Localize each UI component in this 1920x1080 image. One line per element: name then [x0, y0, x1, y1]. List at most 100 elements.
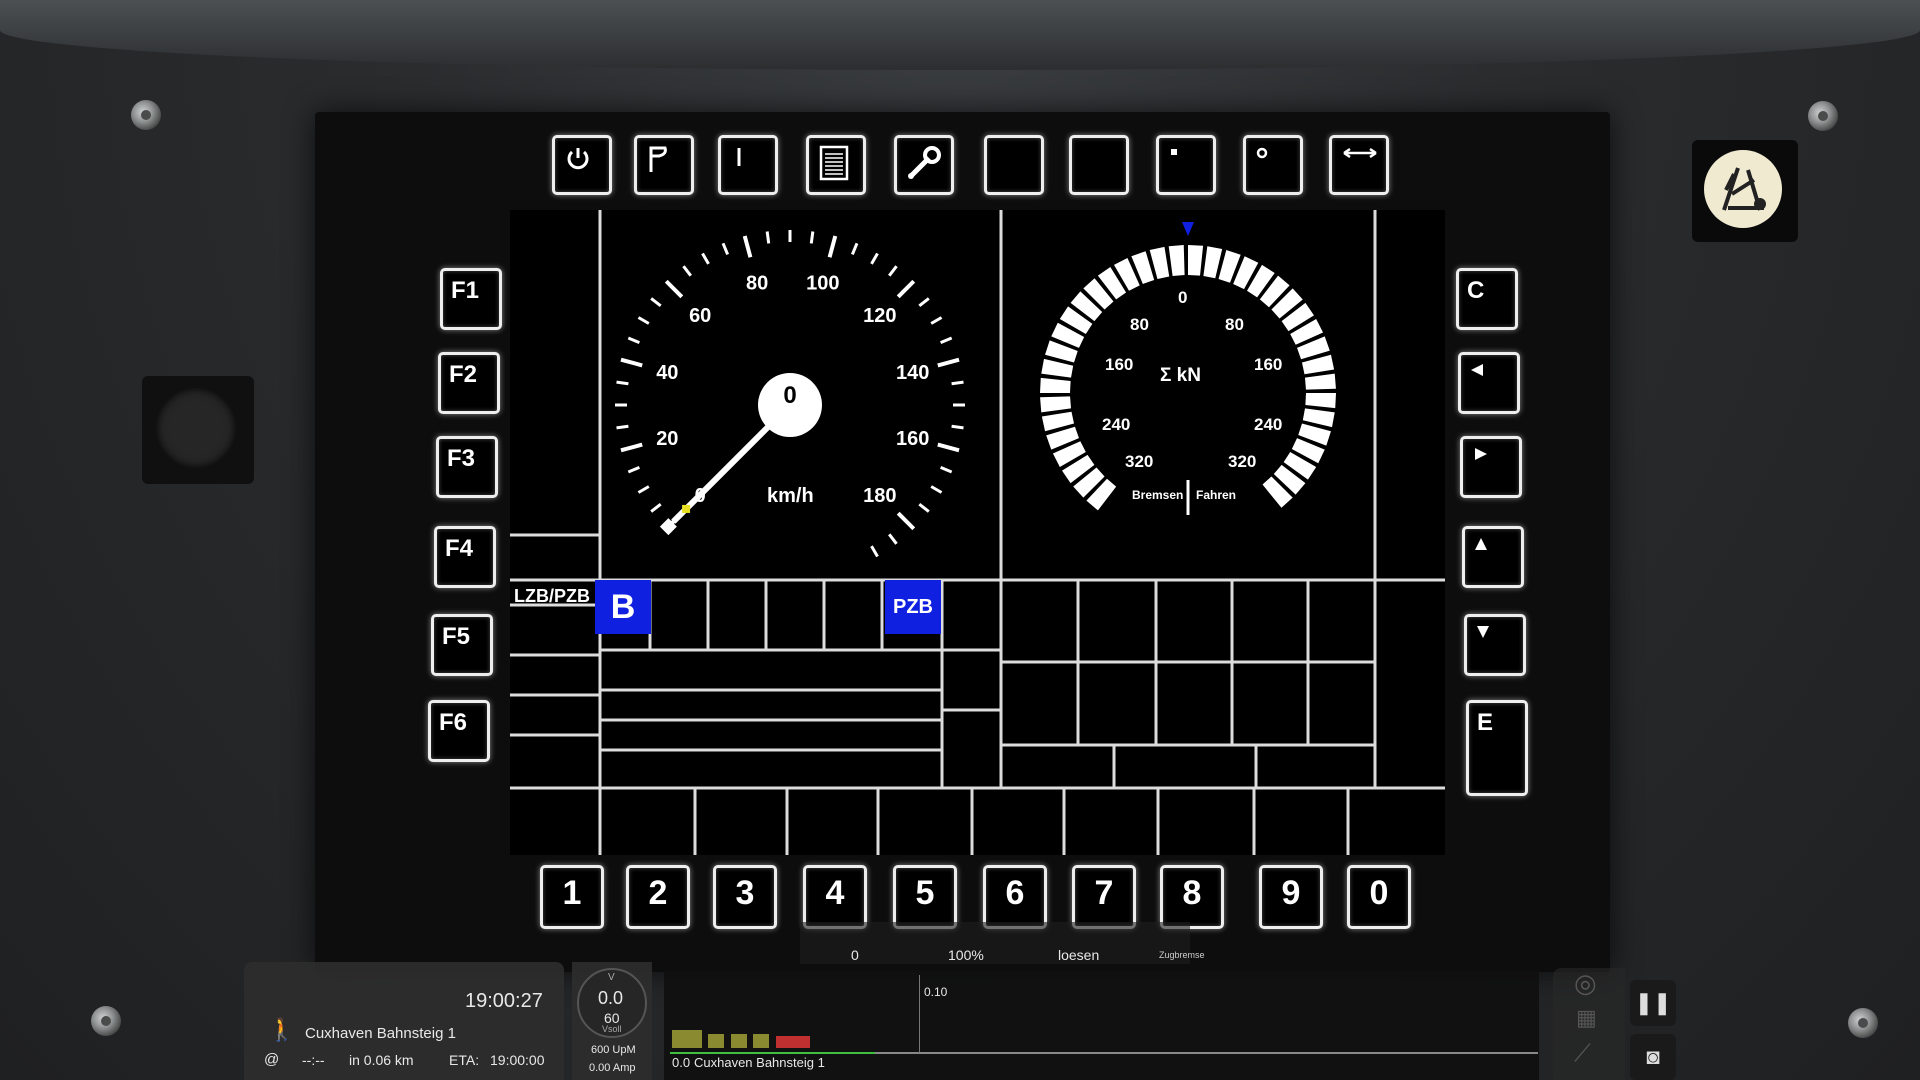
softkey-bar[interactable]: [718, 135, 778, 195]
softkey-dot-top-left[interactable]: [1156, 135, 1216, 195]
speed-tick: [809, 231, 815, 244]
gauge-segment: [1040, 396, 1072, 413]
numpad-label: 0: [1369, 874, 1389, 912]
b-badge: B: [595, 580, 651, 634]
speed-tick-label: 180: [863, 485, 896, 507]
numpad-key-6[interactable]: 6: [983, 865, 1047, 929]
fkey-f1[interactable]: F1: [440, 268, 502, 330]
brake-state[interactable]: loesen: [1058, 947, 1099, 963]
left-control-pad[interactable]: [142, 376, 254, 484]
speed-tick: [896, 279, 916, 299]
globe-icon[interactable]: ◎: [1574, 968, 1597, 999]
softkey-wrench[interactable]: [894, 135, 954, 195]
numpad-key-1[interactable]: 1: [540, 865, 604, 929]
hud-destination: Cuxhaven Bahnsteig 1: [305, 1025, 456, 1042]
fkey-f6[interactable]: F6: [428, 700, 490, 762]
dot-top-left-icon: [1167, 144, 1187, 172]
hud-eta-label: ETA:: [449, 1052, 480, 1068]
gauge-segment: [1305, 393, 1336, 409]
arrow-down-icon: [1475, 623, 1495, 651]
gauge-tick-right: 160: [1254, 355, 1283, 374]
numpad-key-2[interactable]: 2: [626, 865, 690, 929]
mfd-graphics: 0 20 40 60 80 100 120 140 160 180: [510, 210, 1445, 855]
speed-tick: [650, 297, 662, 307]
fkey-f5[interactable]: F5: [431, 614, 493, 676]
speed-tick: [701, 252, 710, 265]
gauge-tick-right: 80: [1225, 315, 1244, 334]
speed-tick: [682, 265, 692, 277]
hud-clock: 19:00:27: [465, 990, 543, 1012]
numpad-key-3[interactable]: 3: [713, 865, 777, 929]
numpad-key-5[interactable]: 5: [893, 865, 957, 929]
softkey-blank[interactable]: [1069, 135, 1129, 195]
camera-button[interactable]: ◙: [1630, 1034, 1676, 1080]
screw: [1848, 1008, 1878, 1038]
speed-tick: [930, 485, 943, 494]
speed-tick: [951, 380, 964, 386]
screw: [1808, 101, 1838, 131]
numpad-key-7[interactable]: 7: [1072, 865, 1136, 929]
gauge-tick-left: 240: [1102, 415, 1131, 434]
pzb-badge: PZB: [885, 580, 941, 634]
fkey-label: F2: [449, 361, 478, 388]
throttle-value: 0: [851, 947, 859, 963]
lzb-pzb-label: LZB/PZB: [514, 586, 590, 606]
gauge-segment: [1301, 354, 1335, 375]
fkey-f2[interactable]: F2: [438, 352, 500, 414]
arrow-right-icon: [1471, 445, 1491, 473]
numpad-key-9[interactable]: 9: [1259, 865, 1323, 929]
speed-tick: [616, 380, 629, 386]
speed-tick: [888, 533, 898, 545]
speed-tick: [870, 252, 879, 265]
nav-key-c[interactable]: C: [1456, 268, 1518, 330]
nav-key-label: E: [1477, 709, 1494, 736]
screw: [131, 100, 161, 130]
numpad-key-8[interactable]: 8: [1160, 865, 1224, 929]
gauge-segment: [1304, 373, 1336, 390]
softkey-double-arrow[interactable]: [1329, 135, 1389, 195]
pause-button[interactable]: ❚❚: [1630, 980, 1676, 1026]
softkey-flag[interactable]: [634, 135, 694, 195]
driver-lever-icon: [1704, 150, 1782, 228]
speed-tick: [827, 235, 838, 258]
softkey-document[interactable]: [806, 135, 866, 195]
speed-tick: [637, 316, 650, 325]
speed-tick: [937, 442, 960, 453]
sifa-button[interactable]: [1692, 140, 1798, 242]
softkey-dot-circle[interactable]: [1243, 135, 1303, 195]
nav-key-e[interactable]: E: [1466, 700, 1528, 796]
screw: [91, 1006, 121, 1036]
numpad-key-4[interactable]: 4: [803, 865, 867, 929]
softkey-power[interactable]: [552, 135, 612, 195]
fkey-f3[interactable]: F3: [436, 436, 498, 498]
numpad-label: 4: [825, 874, 845, 912]
nav-key-arrow-up[interactable]: [1462, 526, 1524, 588]
softkey-blank[interactable]: [984, 135, 1044, 195]
hud-dash: --:--: [302, 1052, 325, 1068]
arrow-up-icon: [1473, 535, 1493, 563]
nav-key-arrow-left[interactable]: [1458, 352, 1520, 414]
speed-tick: [951, 424, 964, 430]
gauge-tick-left: 160: [1105, 355, 1134, 374]
cable-icon[interactable]: ⟋: [1574, 1040, 1591, 1068]
hud-vsoll: Vsoll: [602, 1024, 622, 1034]
fkey-f4[interactable]: F4: [434, 526, 496, 588]
fkey-label: F5: [442, 623, 471, 650]
cab-ceiling: [0, 0, 1920, 70]
gauge-segment: [1149, 246, 1170, 280]
train-consist: [672, 1030, 810, 1053]
throttle-pct: 100%: [948, 947, 984, 963]
speed-tick: [620, 357, 643, 368]
nav-key-label: C: [1467, 277, 1485, 304]
map-icon[interactable]: ▦: [1576, 1005, 1597, 1031]
numpad-label: 8: [1182, 874, 1202, 912]
speed-tick: [620, 442, 643, 453]
nav-key-arrow-down[interactable]: [1464, 614, 1526, 676]
numpad-key-0[interactable]: 0: [1347, 865, 1411, 929]
speed-tick-label: 80: [746, 272, 768, 294]
numpad-label: 9: [1281, 874, 1301, 912]
nav-key-arrow-right[interactable]: [1460, 436, 1522, 498]
track-cursor: [919, 975, 920, 1053]
double-arrow-icon: [1340, 144, 1380, 172]
fkey-label: F6: [439, 709, 468, 736]
